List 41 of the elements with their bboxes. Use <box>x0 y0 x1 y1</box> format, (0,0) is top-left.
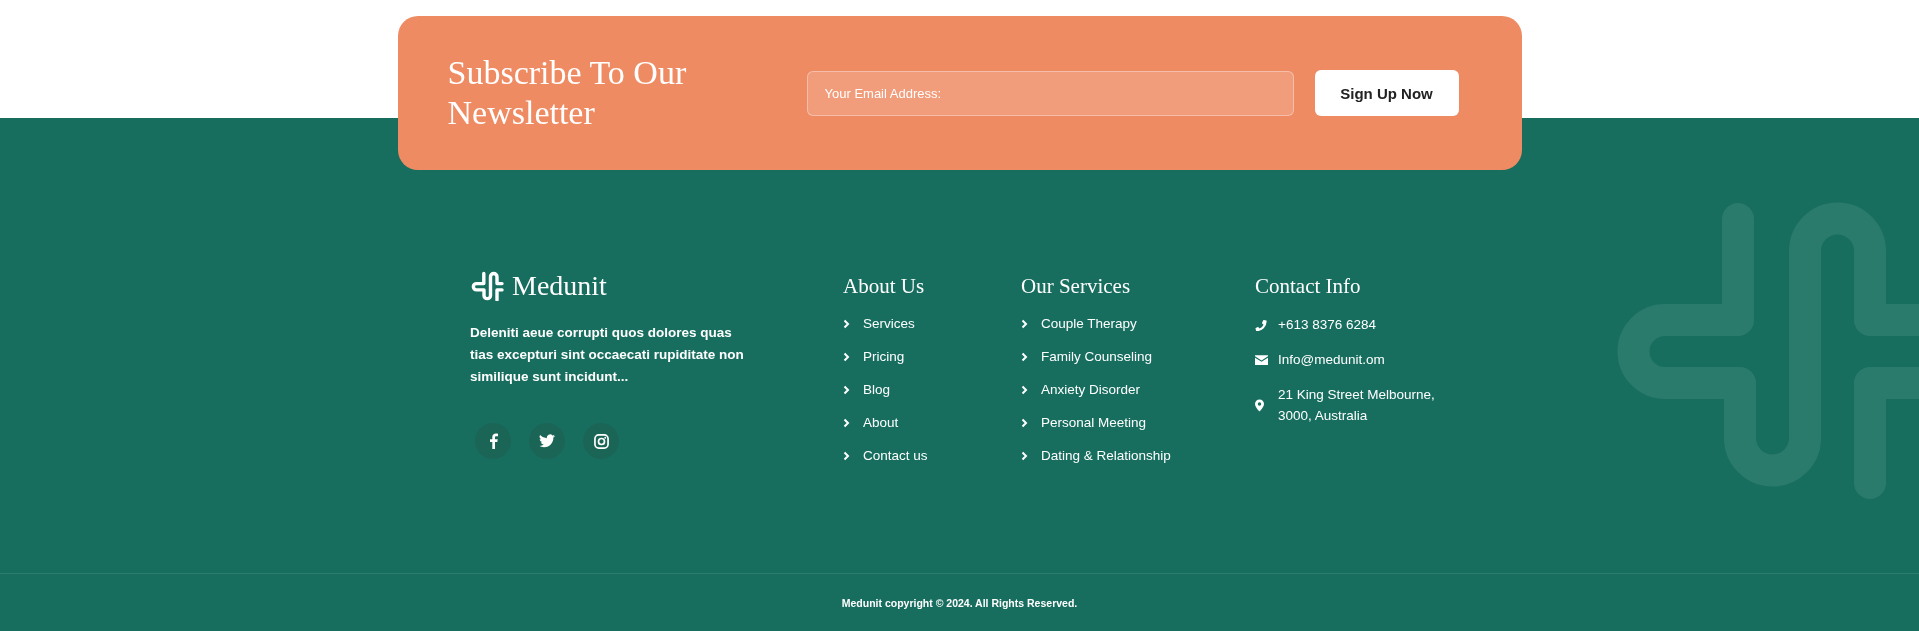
chevron-icon <box>843 319 850 329</box>
footer-link[interactable]: Contact us <box>863 446 928 466</box>
footer-link[interactable]: Couple Therapy <box>1041 314 1137 334</box>
chevron-icon <box>843 451 850 461</box>
footer-link[interactable]: Pricing <box>863 347 905 367</box>
footer-link[interactable]: Anxiety Disorder <box>1041 380 1141 400</box>
chevron-icon <box>1021 451 1028 461</box>
facebook-icon <box>488 433 498 449</box>
newsletter-title: Subscribe To Our Newsletter <box>447 53 688 133</box>
footer-link[interactable]: Personal Meeting <box>1041 413 1147 433</box>
contact-text: +613 8376 6284 <box>1278 316 1377 334</box>
envelope-icon <box>1255 354 1268 365</box>
footer-link[interactable]: Blog <box>863 380 891 400</box>
logo-icon <box>470 271 504 301</box>
brand-description: Deleniti aeue corrupti quos dolores quas tias excepturi sint occaecati rupiditate non similique sunt incidunt... <box>470 324 745 386</box>
contact-text: Info@medunit.om <box>1278 351 1386 369</box>
twitter-icon <box>539 434 555 448</box>
copyright-text: Medunit copyright © 2024. All Rights Reserved. <box>841 596 1078 609</box>
chevron-icon <box>843 385 850 395</box>
chevron-icon <box>843 352 850 362</box>
footer-link[interactable]: Family Counseling <box>1041 347 1153 367</box>
column-heading: Our Services <box>1021 273 1132 300</box>
social-link[interactable] <box>475 423 511 459</box>
column-heading: Contact Info <box>1255 273 1362 300</box>
column-heading: About Us <box>843 273 926 300</box>
social-link[interactable] <box>529 423 565 459</box>
location-pin-icon <box>1255 398 1264 412</box>
brand-name: Medunit <box>512 271 607 301</box>
footer-link[interactable]: Services <box>863 314 915 334</box>
phone-icon <box>1255 318 1267 331</box>
chevron-icon <box>1021 319 1028 329</box>
chevron-icon <box>1021 352 1028 362</box>
chevron-icon <box>843 418 850 428</box>
instagram-icon <box>593 433 609 449</box>
sign-up-button[interactable]: Sign Up Now <box>1314 70 1459 116</box>
chevron-icon <box>1021 418 1028 428</box>
chevron-icon <box>1021 385 1028 395</box>
contact-text: 21 King Street Melbourne, 3000, Australia <box>1278 386 1436 425</box>
social-link[interactable] <box>583 423 619 459</box>
footer-link[interactable]: About <box>863 413 899 433</box>
footer-link[interactable]: Dating & Relationship <box>1041 446 1171 466</box>
